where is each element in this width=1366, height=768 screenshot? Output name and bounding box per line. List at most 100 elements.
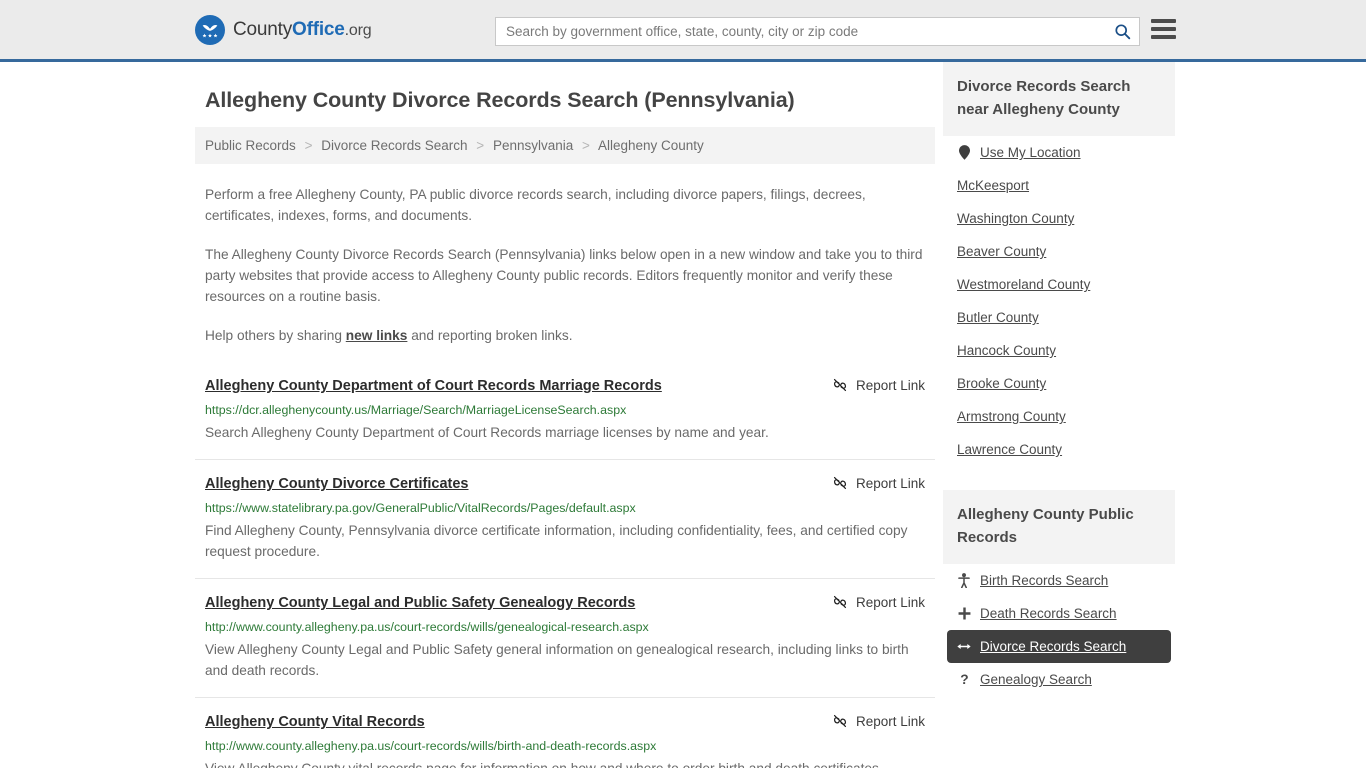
sidebar-item-divorce-records-search[interactable]: Divorce Records Search (947, 630, 1171, 663)
search-button[interactable] (1105, 18, 1139, 45)
result-header: Allegheny County Department of Court Rec… (205, 376, 925, 396)
sidebar-link[interactable]: Death Records Search (980, 606, 1117, 621)
sidebar-link[interactable]: Brooke County (957, 376, 1046, 391)
intro-text-before: Help others by sharing (205, 328, 346, 343)
page-title: Allegheny County Divorce Records Search … (205, 88, 795, 112)
breadcrumb-item-allegheny-county[interactable]: Allegheny County (598, 138, 704, 153)
hamburger-menu-icon[interactable] (1151, 19, 1176, 39)
sidebar-item-lawrence-county[interactable]: Lawrence County (947, 433, 1171, 466)
sidebar-item-hancock-county[interactable]: Hancock County (947, 334, 1171, 367)
brand-wordmark: CountyOffice.org (233, 18, 372, 41)
sidebar-item-westmoreland-county[interactable]: Westmoreland County (947, 268, 1171, 301)
brand-part-org: .org (344, 21, 372, 39)
breadcrumb-item-divorce-records-search[interactable]: Divorce Records Search (321, 138, 467, 153)
sidebar-item-use-my-location[interactable]: Use My Location (947, 136, 1171, 169)
cross-icon (957, 607, 971, 620)
baby-icon (957, 573, 971, 588)
sidebar-item-washington-county[interactable]: Washington County (947, 202, 1171, 235)
report-link-label: Report Link (855, 594, 925, 610)
results-list: Allegheny County Department of Court Rec… (195, 368, 935, 768)
sidebar-link[interactable]: Butler County (957, 310, 1039, 325)
sidebar-public-records-header: Allegheny County Public Records (943, 490, 1175, 564)
intro-paragraph-3: Help others by sharing new links and rep… (205, 325, 925, 346)
sidebar-item-butler-county[interactable]: Butler County (947, 301, 1171, 334)
breadcrumb: Public Records > Divorce Records Search … (195, 127, 935, 164)
sidebar-link[interactable]: Birth Records Search (980, 573, 1108, 588)
hamburger-bar (1151, 27, 1176, 31)
sidebar-nearby-header: Divorce Records Search near Allegheny Co… (943, 62, 1175, 136)
sidebar-item-beaver-county[interactable]: Beaver County (947, 235, 1171, 268)
result-header: Allegheny County Legal and Public Safety… (205, 593, 925, 613)
report-link-button[interactable]: Report Link (832, 712, 925, 729)
broken-link-icon (833, 476, 846, 490)
sidebar-item-armstrong-county[interactable]: Armstrong County (947, 400, 1171, 433)
brand-part-office: Office (292, 18, 345, 40)
sidebar-item-genealogy-search[interactable]: ? Genealogy Search (947, 663, 1171, 696)
result-header: Allegheny County Divorce Certificates Re… (205, 474, 925, 494)
map-pin-icon (957, 145, 971, 160)
report-link-label: Report Link (855, 475, 925, 491)
result-item: Allegheny County Department of Court Rec… (195, 368, 935, 459)
sidebar-nearby-heading: Divorce Records Search near Allegheny Co… (957, 78, 1131, 118)
eagle-stars-badge-icon (195, 14, 225, 45)
result-title-link[interactable]: Allegheny County Legal and Public Safety… (205, 593, 635, 613)
sidebar-link[interactable]: Beaver County (957, 244, 1046, 259)
use-my-location-link[interactable]: Use My Location (980, 145, 1081, 160)
result-url: http://www.county.allegheny.pa.us/court-… (205, 739, 657, 753)
main-content: Allegheny County Divorce Records Search … (195, 62, 935, 768)
site-logo[interactable]: CountyOffice.org (195, 14, 372, 45)
result-title-link[interactable]: Allegheny County Department of Court Rec… (205, 376, 662, 396)
intro-text-after: and reporting broken links. (407, 328, 573, 343)
result-title-link[interactable]: Allegheny County Divorce Certificates (205, 474, 469, 494)
hamburger-bar (1151, 35, 1176, 39)
new-links-link[interactable]: new links (346, 328, 408, 343)
search-bar (495, 17, 1140, 46)
sidebar-link[interactable]: Washington County (957, 211, 1074, 226)
breadcrumb-separator: > (582, 138, 590, 153)
breadcrumb-item-pennsylvania[interactable]: Pennsylvania (493, 138, 573, 153)
result-description: View Allegheny County vital records page… (205, 758, 925, 768)
intro-paragraph-1: Perform a free Allegheny County, PA publ… (205, 187, 866, 223)
sidebar-link[interactable]: Westmoreland County (957, 277, 1090, 292)
result-item: Allegheny County Divorce Certificates Re… (195, 459, 935, 578)
broken-link-icon (833, 595, 846, 609)
hamburger-bar (1151, 19, 1176, 23)
report-link-button[interactable]: Report Link (832, 593, 925, 610)
result-header: Allegheny County Vital Records Report Li… (205, 712, 925, 732)
sidebar-link[interactable]: Lawrence County (957, 442, 1062, 457)
report-link-label: Report Link (855, 377, 925, 393)
page-body: Allegheny County Divorce Records Search … (0, 62, 1366, 768)
result-title-link[interactable]: Allegheny County Vital Records (205, 712, 425, 732)
result-description: Find Allegheny County, Pennsylvania divo… (205, 523, 908, 559)
report-link-button[interactable]: Report Link (832, 376, 925, 393)
svg-text:?: ? (960, 672, 968, 687)
sidebar-link[interactable]: Divorce Records Search (980, 639, 1126, 654)
sidebar-public-records-list: Birth Records Search Death Records Searc… (943, 564, 1175, 696)
sidebar-nearby-list: Use My Location McKeesport Washington Co… (943, 136, 1175, 466)
breadcrumb-separator: > (304, 138, 313, 153)
sidebar-link[interactable]: Genealogy Search (980, 672, 1092, 687)
sidebar-item-death-records-search[interactable]: Death Records Search (947, 597, 1171, 630)
result-url: https://dcr.alleghenycounty.us/Marriage/… (205, 403, 627, 417)
sidebar-item-birth-records-search[interactable]: Birth Records Search (947, 564, 1171, 597)
result-url: http://www.county.allegheny.pa.us/court-… (205, 620, 649, 634)
result-url: https://www.statelibrary.pa.gov/GeneralP… (205, 501, 636, 515)
search-input[interactable] (496, 18, 1105, 45)
report-link-label: Report Link (855, 713, 925, 729)
split-arrow-icon (957, 641, 971, 652)
sidebar-item-mckeesport[interactable]: McKeesport (947, 169, 1171, 202)
broken-link-icon (833, 378, 846, 392)
report-link-button[interactable]: Report Link (832, 474, 925, 491)
site-header: CountyOffice.org (0, 0, 1366, 62)
sidebar-item-brooke-county[interactable]: Brooke County (947, 367, 1171, 400)
sidebar: Divorce Records Search near Allegheny Co… (943, 62, 1175, 768)
sidebar-link[interactable]: Armstrong County (957, 409, 1066, 424)
question-mark-icon: ? (957, 672, 971, 687)
intro-paragraph-2: The Allegheny County Divorce Records Sea… (205, 247, 923, 304)
search-icon (1114, 24, 1130, 40)
brand-part-county: County (233, 18, 293, 40)
sidebar-link[interactable]: McKeesport (957, 178, 1029, 193)
breadcrumb-item-public-records[interactable]: Public Records (205, 138, 296, 153)
breadcrumb-separator: > (476, 138, 485, 153)
sidebar-link[interactable]: Hancock County (957, 343, 1056, 358)
